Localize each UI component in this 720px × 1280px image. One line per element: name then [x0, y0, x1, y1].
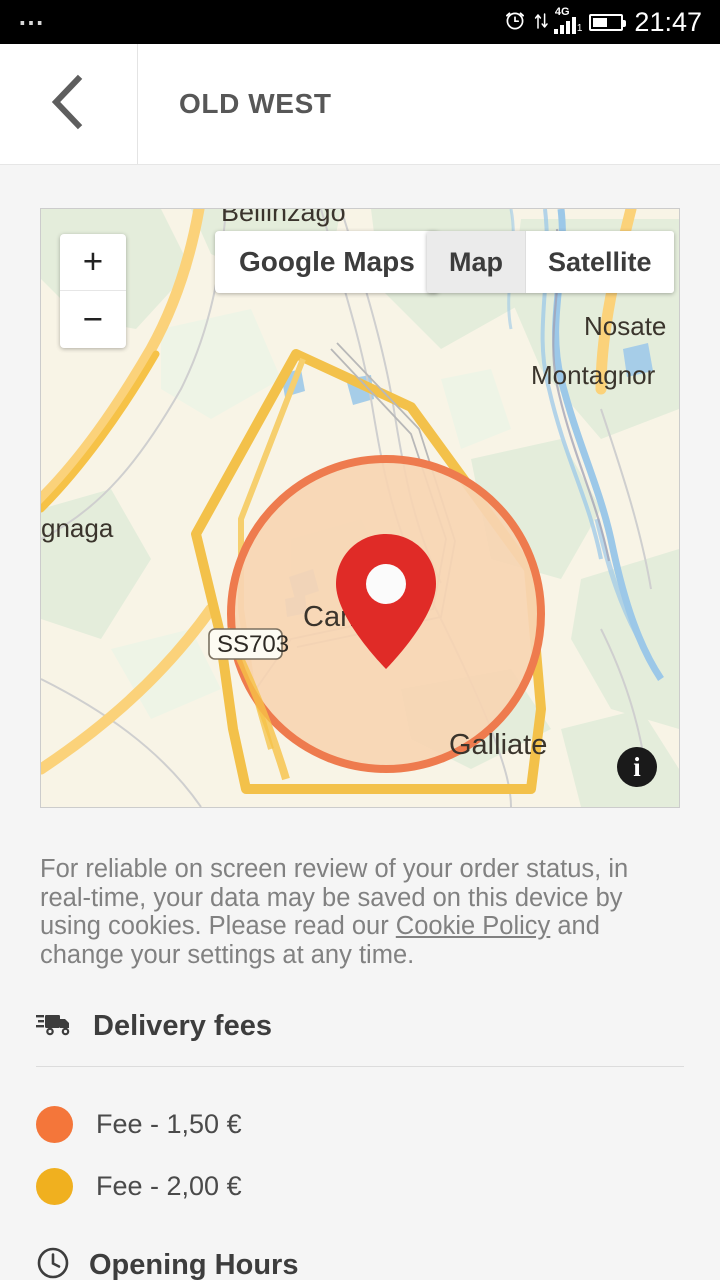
map-type-switch[interactable]: Map Satellite: [427, 231, 674, 293]
svg-text:Montagnor: Montagnor: [531, 360, 656, 390]
status-bar-clock: 21:47: [634, 6, 702, 37]
cookie-notice: For reliable on screen review of your or…: [40, 855, 680, 969]
svg-text:Cam: Cam: [303, 601, 364, 633]
road-shield-ss703: SS703: [208, 628, 289, 660]
page-scroll-area[interactable]: Bellinzago Nosate Montagnor gnaga Cam Ga…: [0, 165, 720, 1280]
map-type-map-button[interactable]: Map: [427, 231, 525, 293]
map-info-button[interactable]: i: [617, 747, 657, 787]
fee-row: Fee - 2,00 €: [36, 1155, 684, 1217]
zoom-out-button[interactable]: −: [60, 291, 126, 348]
svg-text:Nosate: Nosate: [584, 311, 666, 341]
status-bar: ⋯ 4G 1 21:47: [0, 0, 720, 44]
more-dots-icon: ⋯: [18, 7, 46, 37]
map-zoom-controls[interactable]: + −: [60, 234, 126, 348]
map-labels: Bellinzago Nosate Montagnor gnaga Cam Ga…: [41, 209, 666, 761]
fee-color-dot: [36, 1105, 73, 1143]
data-transfer-icon: [534, 10, 549, 35]
svg-text:SS703: SS703: [217, 631, 289, 658]
opening-hours-section: Opening Hours: [36, 1246, 684, 1280]
svg-text:gnaga: gnaga: [41, 513, 114, 543]
back-button[interactable]: [0, 44, 138, 164]
fee-label: Fee - 2,00 €: [96, 1170, 242, 1201]
fee-row: Fee - 1,50 €: [36, 1093, 684, 1155]
delivery-fees-section: Delivery fees Fee - 1,50 € Fee - 2,00 €: [36, 1009, 684, 1217]
signal-strength-icon: 4G 1: [553, 6, 583, 34]
delivery-fees-header: Delivery fees: [36, 1009, 684, 1066]
google-maps-button[interactable]: Google Maps: [215, 231, 439, 293]
battery-half-icon: [589, 13, 627, 31]
zoom-in-button[interactable]: +: [60, 234, 126, 291]
delivery-zone-map[interactable]: Bellinzago Nosate Montagnor gnaga Cam Ga…: [40, 208, 680, 808]
opening-hours-title: Opening Hours: [89, 1249, 299, 1280]
signal-bars: [553, 17, 576, 34]
delivery-fees-list: Fee - 1,50 € Fee - 2,00 €: [36, 1067, 684, 1217]
status-bar-right: 4G 1 21:47: [503, 6, 702, 37]
sim-indicator-label: 1: [576, 23, 583, 34]
page-title-container: OLD WEST: [138, 44, 720, 164]
cookie-policy-link[interactable]: Cookie Policy: [396, 912, 550, 940]
page-title: OLD WEST: [179, 88, 332, 119]
network-type-label: 4G: [554, 6, 570, 18]
fee-label: Fee - 1,50 €: [96, 1108, 242, 1139]
delivery-truck-icon: [36, 1009, 74, 1044]
app-header: OLD WEST: [0, 44, 720, 165]
opening-hours-header: Opening Hours: [36, 1246, 684, 1280]
chevron-left-icon: [47, 73, 91, 136]
svg-text:Bellinzago: Bellinzago: [221, 209, 346, 227]
delivery-fees-title: Delivery fees: [93, 1010, 272, 1042]
status-bar-left: ⋯: [18, 7, 503, 37]
alarm-clock-icon: [503, 8, 527, 37]
map-type-satellite-button[interactable]: Satellite: [525, 231, 674, 293]
fee-color-dot: [36, 1167, 73, 1205]
clock-icon: [36, 1246, 70, 1280]
svg-text:Galliate: Galliate: [449, 729, 547, 761]
